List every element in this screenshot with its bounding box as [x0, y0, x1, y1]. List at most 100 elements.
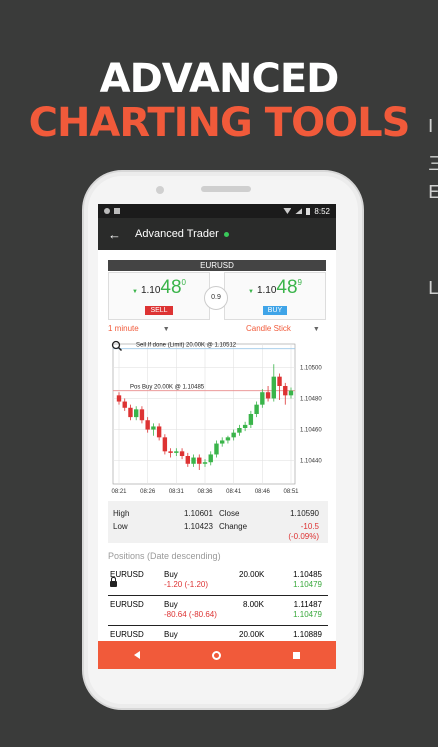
sell-price-small: 1.10 [140, 285, 161, 296]
edge-glyph: E [428, 182, 438, 203]
x-tick-label: 08:21 [111, 489, 127, 495]
candlestick-chart[interactable]: Sell If done (Limit) 20.00K @ 1.10512 Pos… [108, 336, 330, 498]
candle-body [179, 451, 185, 456]
tick-down-icon: ▼ [247, 289, 254, 295]
wifi-icon [283, 208, 292, 214]
x-tick-label: 08:31 [169, 489, 185, 495]
candle-body [202, 462, 208, 464]
nav-home-icon[interactable] [212, 650, 221, 660]
nav-recents-icon[interactable] [293, 651, 300, 659]
position-row[interactable]: EURUSD Buy -80.64 (-80.64) 8.00K 1.11487… [108, 598, 328, 626]
chevron-down-icon: ▼ [162, 326, 170, 333]
position-current-price: 1.10479 [293, 580, 322, 589]
position-pnl: -1.20 (-1.20) [164, 580, 209, 589]
candle-body [214, 443, 219, 455]
position-pair: EURUSD [110, 630, 144, 639]
x-tick-label: 08:41 [226, 489, 242, 495]
headline-advanced: ADVANCED [99, 56, 340, 102]
low-value: 1.10423 [184, 522, 213, 531]
connection-status-icon [223, 231, 229, 237]
position-row[interactable]: EURUSD Buy -1.20 (-1.20) 20.00K 1.10485 … [108, 568, 328, 596]
order-annotation: Sell If done (Limit) 20.00K @ 1.10512 [136, 343, 237, 349]
status-bar: 8:52 [98, 204, 336, 218]
candle-body [197, 457, 202, 464]
high-value: 1.10601 [184, 509, 213, 518]
candle-body [231, 432, 236, 438]
edge-glyph: I [428, 116, 434, 137]
candle-body [254, 404, 259, 414]
spread-badge: 0.9 [204, 286, 228, 310]
y-tick-label: 1.10440 [300, 459, 322, 465]
buy-button[interactable]: BUY [262, 306, 288, 315]
candle-body [260, 392, 265, 405]
buy-price-small: 1.10 [256, 285, 277, 296]
low-label: Low [113, 522, 128, 531]
edge-glyph: L [428, 278, 438, 299]
candle-body [185, 456, 190, 464]
x-tick-label: 08:36 [197, 489, 213, 495]
candle-body [277, 376, 282, 386]
edge-glyph: 三 [428, 154, 438, 175]
battery-icon [306, 207, 311, 215]
signal-icon [295, 208, 303, 214]
candle-body [271, 376, 276, 399]
chevron-down-icon: ▼ [312, 326, 320, 333]
candle-body [208, 454, 213, 463]
position-pair: EURUSD [110, 600, 144, 609]
candle-body [168, 451, 173, 453]
x-tick-label: 08:51 [283, 489, 299, 495]
candle-body [116, 395, 122, 402]
nav-back-icon[interactable] [134, 651, 140, 659]
position-current-price: 1.10479 [293, 610, 322, 619]
position-open-price: 1.10485 [293, 570, 322, 579]
x-tick-label: 08:26 [140, 489, 156, 495]
sell-price-pip: 0 [181, 278, 186, 287]
candle-body [191, 457, 196, 464]
position-pnl: -80.64 (-80.64) [164, 610, 217, 619]
position-side: Buy [164, 600, 178, 609]
status-time: 8:52 [314, 206, 330, 216]
change-percent: (-0.09%) [288, 532, 319, 541]
camera-icon [156, 186, 164, 194]
candle-body [265, 392, 271, 399]
position-amount: 20.00K [239, 570, 265, 579]
candle-body [139, 409, 145, 421]
candle-body [151, 426, 156, 430]
close-label: Close [219, 509, 240, 518]
chart-style-value: Candle Stick [246, 324, 291, 333]
high-label: High [113, 509, 130, 518]
candle-body [156, 426, 162, 438]
change-value: -10.5 [300, 522, 319, 531]
buy-price-pip: 9 [297, 278, 302, 287]
candle-body [174, 451, 179, 453]
position-amount: 8.00K [243, 600, 264, 609]
chart-style-select[interactable]: Candle Stick ▼ [246, 324, 320, 333]
candle-body [122, 401, 127, 408]
candle-body [242, 424, 248, 428]
chart-svg: Sell If done (Limit) 20.00K @ 1.10512 Pos… [111, 340, 322, 495]
position-side: Buy [164, 570, 178, 579]
y-tick-label: 1.10460 [300, 428, 322, 434]
speaker-grille [201, 186, 251, 192]
y-tick-label: 1.10500 [300, 365, 322, 371]
tick-down-icon: ▼ [131, 289, 138, 295]
lock-icon [110, 577, 117, 587]
sell-button[interactable]: SELL [145, 306, 173, 315]
positions-title: Positions (Date descending) [108, 551, 221, 561]
price-stats: High 1.10601 Close 1.10590 Low 1.10423 C… [108, 501, 328, 543]
headline-charting-tools: CHARTING TOOLS [28, 100, 411, 146]
buy-quote[interactable]: ▼ 1.10 48 9 BUY [224, 272, 326, 320]
interval-select[interactable]: 1 minute ▼ [108, 324, 170, 333]
close-value: 1.10590 [290, 509, 319, 518]
candle-body [237, 428, 242, 433]
sell-price-big: 48 [160, 277, 182, 298]
sell-quote[interactable]: ▼ 1.10 48 0 SELL [108, 272, 210, 320]
candle-body [248, 414, 254, 425]
app-title: Advanced Trader [135, 228, 219, 240]
buy-price-big: 48 [276, 277, 298, 298]
position-side: Buy [164, 630, 178, 639]
change-label: Change [219, 522, 248, 531]
candle-body [225, 437, 231, 441]
x-tick-label: 08:46 [255, 489, 271, 495]
back-arrow-icon[interactable]: ← [108, 227, 121, 242]
